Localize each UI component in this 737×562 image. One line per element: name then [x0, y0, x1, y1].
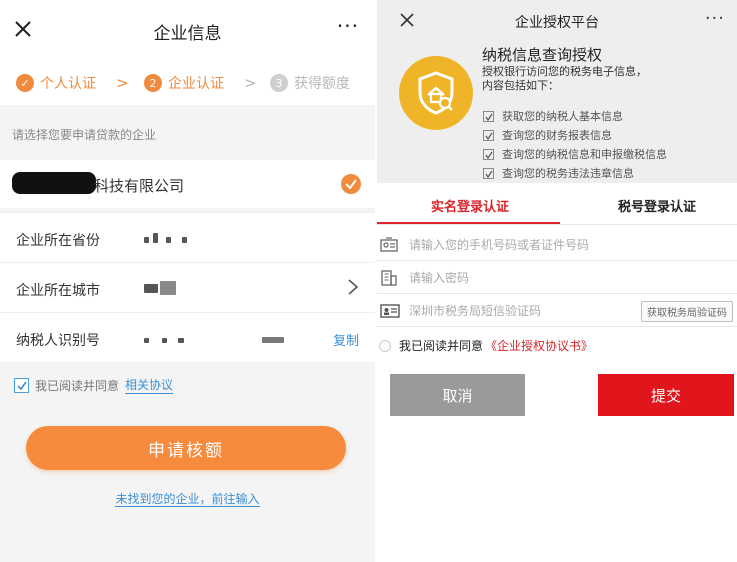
auth-description: 授权银行访问您的税务电子信息， 内容包括如下：: [482, 65, 712, 93]
checkbox-icon: [483, 110, 494, 122]
step-number-icon: 2: [144, 74, 162, 92]
apply-button[interactable]: 申请核额: [26, 426, 346, 470]
step-separator: >: [116, 74, 129, 92]
enter-company-link[interactable]: 未找到您的企业，前往输入: [115, 492, 260, 507]
taxpayer-id-label: 纳税人识别号: [16, 333, 100, 349]
copy-button[interactable]: 复制: [333, 330, 359, 349]
auth-scope-item: 查询您的税务违法违章信息: [483, 165, 634, 181]
tab-divider: [377, 224, 737, 225]
auth-scope-text: 获取您的纳税人基本信息: [502, 110, 623, 123]
province-label: 企业所在省份: [16, 233, 100, 249]
agreement-row: 我已阅读并同意 相关协议: [14, 376, 174, 394]
step-enterprise-auth: 2 企业认证: [144, 73, 224, 93]
step-label: 个人认证: [40, 76, 96, 92]
redacted-value: [144, 338, 149, 343]
more-menu-icon[interactable]: ···: [337, 14, 359, 38]
sms-code-field-row: 获取税务局验证码: [377, 295, 737, 327]
submit-button[interactable]: 提交: [598, 374, 734, 416]
auth-header-area: 企业授权平台 ··· 纳税信息查询授权 授权银行访问您的税务电子信息， 内容包括…: [377, 0, 737, 183]
step-get-credit: 3 获得额度: [270, 73, 350, 93]
select-company-hint: 请选择您要申请贷款的企业: [12, 128, 157, 142]
taxpayer-id-row: 纳税人识别号 复制: [0, 312, 375, 362]
page-title: 企业信息: [153, 24, 222, 44]
building-icon: [381, 270, 397, 286]
phone-field-row: [377, 229, 737, 261]
id-card-icon: [380, 237, 398, 252]
step-number-icon: 3: [270, 74, 288, 92]
step-label: 企业认证: [168, 76, 224, 92]
redacted-value: [153, 233, 158, 243]
tab-tax-id-login[interactable]: 税号登录认证: [618, 196, 696, 215]
redacted-value: [144, 284, 158, 293]
progress-steps: ✓ 个人认证 > 2 企业认证 > 3 获得额度: [0, 60, 375, 105]
selected-check-icon: [341, 174, 361, 194]
header-bar: 企业信息 ···: [0, 0, 375, 60]
auth-scope-item: 查询您的财务报表信息: [483, 127, 612, 143]
agreement-link[interactable]: 《企业授权协议书》: [485, 337, 593, 354]
not-found-link-row: 未找到您的企业，前往输入: [0, 490, 375, 507]
company-name: 科技有限公司: [94, 177, 185, 195]
step-personal-auth: ✓ 个人认证: [16, 73, 96, 93]
redacted-value: [178, 338, 184, 343]
auth-scope-text: 查询您的税务违法违章信息: [502, 167, 634, 180]
checkbox-icon: [483, 129, 494, 141]
agreement-row: 我已阅读并同意 《企业授权协议书》: [379, 337, 593, 354]
agree-checkbox[interactable]: [14, 377, 29, 393]
phone-or-id-input[interactable]: [409, 234, 624, 256]
auth-title: 纳税信息查询授权: [482, 46, 603, 64]
get-sms-code-button[interactable]: 获取税务局验证码: [641, 301, 733, 322]
auth-scope-item: 查询您的纳税信息和申报缴税信息: [483, 146, 667, 162]
chevron-right-icon: [348, 279, 359, 295]
step-separator: >: [244, 74, 257, 92]
redacted-value: [262, 337, 284, 343]
redacted-company-prefix: [12, 172, 96, 194]
redacted-value: [162, 338, 167, 343]
city-label: 企业所在城市: [16, 283, 100, 299]
checkbox-icon: [483, 148, 494, 160]
sms-code-input[interactable]: [409, 300, 624, 322]
cancel-button[interactable]: 取消: [390, 374, 525, 416]
redacted-value: [166, 237, 171, 243]
auth-desc-line: 内容包括如下：: [482, 79, 559, 92]
step-label: 获得额度: [294, 76, 350, 92]
redacted-value: [144, 237, 149, 243]
agreement-text: 我已阅读并同意: [399, 339, 484, 353]
password-field-row: [377, 262, 737, 294]
more-menu-icon[interactable]: ···: [705, 8, 725, 29]
auth-scope-item: 获取您的纳税人基本信息: [483, 108, 623, 124]
shield-badge: [399, 56, 473, 130]
authorization-platform-screen: 企业授权平台 ··· 纳税信息查询授权 授权银行访问您的税务电子信息， 内容包括…: [377, 0, 737, 562]
agree-radio[interactable]: [379, 339, 391, 352]
tab-real-name-login[interactable]: 实名登录认证: [431, 196, 509, 215]
auth-desc-line: 授权银行访问您的税务电子信息，: [482, 65, 647, 78]
verification-card-icon: [380, 304, 400, 318]
enterprise-info-screen: 企业信息 ··· ✓ 个人认证 > 2 企业认证 > 3 获得额度 请选择您要申…: [0, 0, 375, 562]
login-tabs: 实名登录认证 税号登录认证: [377, 187, 737, 225]
agreement-text: 我已阅读并同意: [35, 378, 120, 393]
redacted-value: [160, 281, 176, 295]
province-row: 企业所在省份: [0, 212, 375, 262]
agreement-link[interactable]: 相关协议: [125, 376, 174, 394]
page-title: 企业授权平台: [515, 15, 599, 31]
auth-scope-text: 查询您的财务报表信息: [502, 129, 612, 142]
password-input[interactable]: [409, 267, 624, 289]
city-row[interactable]: 企业所在城市: [0, 262, 375, 312]
shield-icon: [418, 71, 454, 115]
redacted-value: [182, 237, 187, 243]
company-option[interactable]: 科技有限公司: [0, 160, 375, 208]
checkbox-icon: [483, 167, 494, 179]
auth-scope-text: 查询您的纳税信息和申报缴税信息: [502, 148, 667, 161]
step-done-icon: ✓: [16, 74, 34, 92]
